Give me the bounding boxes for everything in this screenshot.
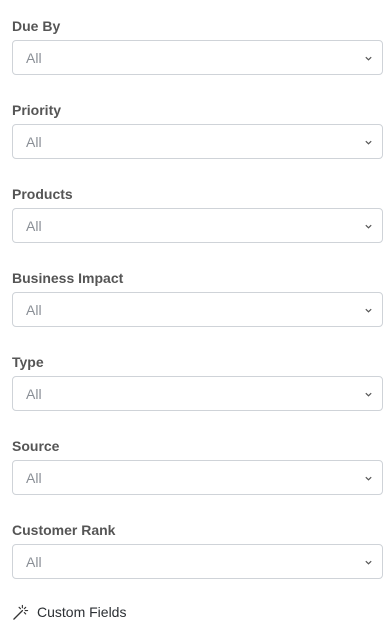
- due-by-select[interactable]: All: [12, 40, 383, 75]
- custom-fields-label: Custom Fields: [37, 604, 127, 620]
- products-select-value: All: [26, 218, 42, 234]
- chevron-down-icon: [365, 56, 372, 61]
- chevron-down-icon: [365, 560, 372, 565]
- filter-label-type: Type: [12, 354, 44, 370]
- type-select-value: All: [26, 386, 42, 402]
- filter-label-products: Products: [12, 186, 73, 202]
- source-select[interactable]: All: [12, 460, 383, 495]
- business-impact-select-value: All: [26, 302, 42, 318]
- customer-rank-select[interactable]: All: [12, 544, 383, 579]
- custom-fields-link[interactable]: Custom Fields: [12, 600, 126, 624]
- filter-label-due-by: Due By: [12, 18, 61, 34]
- source-select-value: All: [26, 470, 42, 486]
- chevron-down-icon: [365, 140, 372, 145]
- filter-label-source: Source: [12, 438, 60, 454]
- chevron-down-icon: [365, 224, 372, 229]
- filter-label-priority: Priority: [12, 102, 62, 118]
- customer-rank-select-value: All: [26, 554, 42, 570]
- filter-products: Products All: [12, 186, 383, 270]
- magic-wand-icon: [13, 604, 29, 620]
- business-impact-select[interactable]: All: [12, 292, 383, 327]
- priority-select-value: All: [26, 134, 42, 150]
- filter-customer-rank: Customer Rank All: [12, 522, 383, 606]
- filter-due-by: Due By All: [12, 18, 383, 102]
- chevron-down-icon: [365, 476, 372, 481]
- type-select[interactable]: All: [12, 376, 383, 411]
- priority-select[interactable]: All: [12, 124, 383, 159]
- filter-priority: Priority All: [12, 102, 383, 186]
- chevron-down-icon: [365, 392, 372, 397]
- due-by-select-value: All: [26, 50, 42, 66]
- filter-business-impact: Business Impact All: [12, 270, 383, 354]
- filter-label-customer-rank: Customer Rank: [12, 522, 116, 538]
- filter-panel: Due By All Priority All Products All Bus…: [12, 18, 383, 606]
- filter-type: Type All: [12, 354, 383, 438]
- chevron-down-icon: [365, 308, 372, 313]
- filter-source: Source All: [12, 438, 383, 522]
- products-select[interactable]: All: [12, 208, 383, 243]
- filter-label-business-impact: Business Impact: [12, 270, 124, 286]
